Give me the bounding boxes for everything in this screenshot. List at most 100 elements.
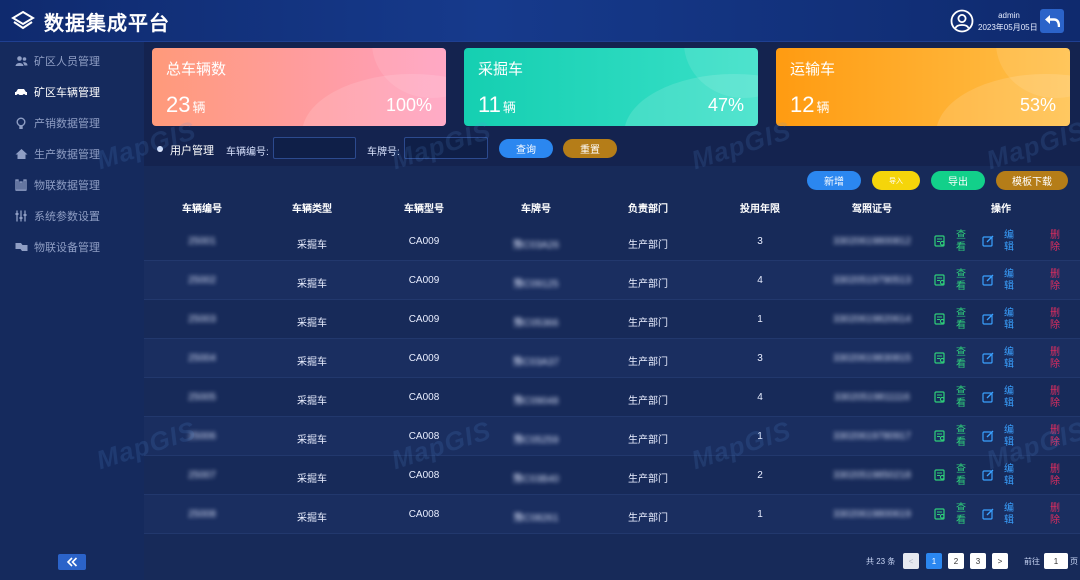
table-row: 25004 采掘车 CA009 豫C03A37 生产部门 3 33020619830815 查… [144,339,1080,378]
cell-type: 采掘车 [297,318,327,329]
total-vehicles-card: 总车辆数 23 辆 100% [152,48,446,126]
edit-link[interactable]: 编辑 [1003,503,1015,527]
cell-model: CA008 [408,509,440,520]
collapse-sidebar-button[interactable] [58,554,86,570]
filter-bar: 用户管理 车辆编号: 车牌号: 查询 重置 [144,130,1080,166]
view-link[interactable]: 查看 [955,503,967,527]
view-icon[interactable] [934,352,946,364]
sliders-icon [14,209,28,223]
search-button[interactable]: 查询 [499,139,553,158]
view-link[interactable]: 查看 [955,386,967,410]
cell-id: 25005 [188,392,216,403]
sidebar-item-label: 矿区人员管理 [34,56,100,68]
view-link[interactable]: 查看 [955,347,967,371]
sidebar-item-personnel[interactable]: 矿区人员管理 [0,46,144,76]
next-page-button[interactable]: > [992,553,1008,569]
cell-id: 25008 [188,509,216,520]
cell-license: 33020619780917 [833,431,911,442]
double-chevron-left-icon [66,557,78,567]
cell-years: 4 [757,392,763,403]
view-link[interactable]: 查看 [955,464,967,488]
edit-icon[interactable] [982,313,994,325]
vehicle-no-input[interactable] [273,137,356,159]
sidebar-item-vehicles[interactable]: 矿区车辆管理 [0,77,144,107]
users-icon [14,54,28,68]
view-link[interactable]: 查看 [955,425,967,449]
cell-years: 1 [757,314,763,325]
sidebar-item-iot-data[interactable]: 物联数据管理 [0,170,144,200]
table-row: 25002 采掘车 CA009 豫C09125 生产部门 4 33020519790513 查… [144,261,1080,300]
edit-icon[interactable] [982,508,994,520]
logout-button[interactable] [1040,9,1064,33]
table-row: 25005 采掘车 CA008 豫C09048 生产部门 4 33020519811116 查… [144,378,1080,417]
edit-icon[interactable] [982,391,994,403]
page-button[interactable]: 1 [926,553,942,569]
edit-link[interactable]: 编辑 [1003,230,1015,254]
building-icon [14,178,28,192]
view-icon[interactable] [934,508,946,520]
cell-license: 33020519790513 [833,275,911,286]
user-avatar-icon[interactable] [950,9,974,33]
delete-link[interactable]: 删除 [1049,503,1061,527]
goto-label: 前往 [1024,557,1040,566]
cell-id: 25003 [188,314,216,325]
view-icon[interactable] [934,469,946,481]
sidebar-item-sales-data[interactable]: 产销数据管理 [0,108,144,138]
edit-link[interactable]: 编辑 [1003,308,1015,332]
goto-page-input[interactable]: 1 [1044,553,1068,569]
cell-plate: 豫C03A26 [512,240,560,251]
edit-link[interactable]: 编辑 [1003,386,1015,410]
cell-plate: 豫C03B40 [512,474,560,485]
cell-model: CA009 [408,275,440,286]
cell-model: CA008 [408,392,440,403]
delete-link[interactable]: 删除 [1049,464,1061,488]
cell-license: 33020619800619 [833,509,911,520]
edit-icon[interactable] [982,235,994,247]
cell-years: 4 [757,275,763,286]
view-link[interactable]: 查看 [955,269,967,293]
view-link[interactable]: 查看 [955,308,967,332]
cell-model: CA008 [408,470,440,481]
reset-button[interactable]: 重置 [563,139,617,158]
cell-dept: 生产部门 [628,240,668,251]
card-count: 11 辆 [478,92,516,117]
view-icon[interactable] [934,235,946,247]
export-button[interactable]: 导出 [931,171,985,190]
add-button[interactable]: 新增 [807,171,861,190]
sidebar-item-iot-devices[interactable]: 物联设备管理 [0,232,144,262]
edit-icon[interactable] [982,352,994,364]
view-icon[interactable] [934,430,946,442]
delete-link[interactable]: 删除 [1049,230,1061,254]
sidebar-item-system-settings[interactable]: 系统参数设置 [0,201,144,231]
cell-type: 采掘车 [297,396,327,407]
page-button[interactable]: 3 [970,553,986,569]
view-icon[interactable] [934,274,946,286]
edit-icon[interactable] [982,430,994,442]
view-icon[interactable] [934,313,946,325]
sidebar-item-label: 矿区车辆管理 [34,87,100,99]
import-button[interactable]: 导入 [872,171,920,190]
cell-type: 采掘车 [297,240,327,251]
cell-model: CA009 [408,353,440,364]
cell-plate: 豫C03A37 [512,357,560,368]
cell-dept: 生产部门 [628,318,668,329]
edit-icon[interactable] [982,274,994,286]
table-header: 车辆编号 车辆类型 车辆型号 车牌号 负责部门 投用年限 驾照证号 操作 [144,200,1080,222]
sidebar-item-label: 产销数据管理 [34,118,100,130]
table-row: 25007 采掘车 CA008 豫C03B40 生产部门 2 33020519850218 查… [144,456,1080,495]
view-icon[interactable] [934,391,946,403]
edit-link[interactable]: 编辑 [1003,269,1015,293]
table-row: 25003 采掘车 CA009 豫C05366 生产部门 1 33020619820614 查… [144,300,1080,339]
cell-license: 33020619830815 [833,353,911,364]
view-link[interactable]: 查看 [955,230,967,254]
cell-id: 25004 [188,353,216,364]
edit-link[interactable]: 编辑 [1003,347,1015,371]
delete-link[interactable]: 删除 [1049,308,1061,332]
page-button[interactable]: 2 [948,553,964,569]
card-label: 采掘车 [478,61,524,78]
template-download-button[interactable]: 模板下载 [996,171,1068,190]
delete-link[interactable]: 删除 [1049,269,1061,293]
delete-link[interactable]: 删除 [1049,347,1061,371]
prev-page-button[interactable]: < [903,553,919,569]
delete-link[interactable]: 删除 [1049,386,1061,410]
